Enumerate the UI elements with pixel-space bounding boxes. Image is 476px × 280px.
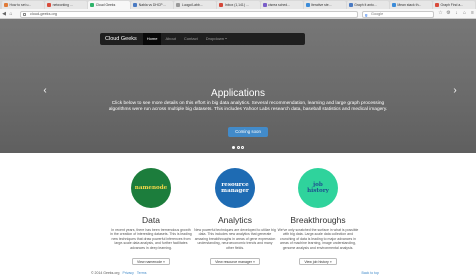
tab-label: networking ... xyxy=(52,3,73,7)
column-heading: Breakthroughs xyxy=(290,215,346,225)
slide-text: Click below to see more details on this … xyxy=(108,101,388,113)
browser-toolbar: ◀ ⌂ cloud-geeks.org g Google ☆ ⚙ ↓ ⌂ ≡ xyxy=(0,9,476,19)
tab-favicon-icon xyxy=(133,3,138,7)
carousel-indicator[interactable] xyxy=(236,146,240,149)
site-brand[interactable]: Cloud Geeks xyxy=(100,36,143,42)
tab-label: Mean stack th... xyxy=(397,3,422,7)
tab-favicon-icon xyxy=(391,3,396,7)
dropdown-label: Dropdown xyxy=(205,36,224,41)
google-search-icon: g xyxy=(365,12,368,17)
namenode-logo: namenode xyxy=(131,168,171,208)
home-icon[interactable]: ⌂ xyxy=(8,11,14,17)
nav-item-contact[interactable]: Contact xyxy=(180,33,202,45)
nav-item-about[interactable]: About xyxy=(161,33,179,45)
tab-label: Cloud Geeks xyxy=(95,3,116,7)
browser-tab[interactable]: cisrea sched... xyxy=(260,1,303,9)
toolbar-icons: ☆ ⚙ ↓ ⌂ ≡ xyxy=(438,11,475,16)
logo-text: job xyxy=(313,181,323,188)
tab-favicon-icon xyxy=(90,3,95,7)
browser-tab-active[interactable]: Cloud Geeks xyxy=(88,1,131,9)
view-namenode-button[interactable]: View namenode » xyxy=(132,258,170,266)
settings-icon[interactable]: ⚙ xyxy=(446,11,451,16)
feature-column-breakthroughs: job history Breakthroughs We've only scra… xyxy=(258,168,378,268)
tab-label: Graph Find a... xyxy=(440,3,464,7)
site-navbar: Cloud Geeks Home About Contact Dropdown xyxy=(100,33,305,45)
tab-label: Graph it anto... xyxy=(354,3,377,7)
copyright-text: © 2014 Geeks.org xyxy=(91,271,120,275)
carousel-indicators xyxy=(0,146,476,149)
back-to-top-link[interactable]: Back to top xyxy=(361,271,379,275)
terms-link[interactable]: Terms xyxy=(137,271,147,275)
browser-tab[interactable]: Graph Find a... xyxy=(432,1,476,9)
tab-label: Iterative ste... xyxy=(311,3,332,7)
carousel-indicator[interactable] xyxy=(241,146,244,149)
job-history-logo: job history xyxy=(298,168,338,208)
carousel-indicator[interactable] xyxy=(232,146,235,149)
back-arrow-icon[interactable]: ◀ xyxy=(1,11,7,17)
browser-tab[interactable]: Mean stack th... xyxy=(389,1,432,9)
download-icon[interactable]: ↓ xyxy=(454,11,459,16)
url-bar[interactable]: cloud-geeks.org xyxy=(20,10,358,18)
logo-text: history xyxy=(307,188,329,194)
nav-item-home[interactable]: Home xyxy=(142,33,162,45)
view-job-history-button[interactable]: View job history » xyxy=(299,258,337,266)
browser-tab[interactable]: Iterative ste... xyxy=(303,1,346,9)
view-resource-manager-button[interactable]: View resource manager » xyxy=(210,258,260,266)
tab-label: Inbox (1,141) ... xyxy=(224,3,249,7)
carousel: Cloud Geeks Home About Contact Dropdown … xyxy=(0,19,476,153)
nav-item-dropdown[interactable]: Dropdown xyxy=(202,33,232,45)
tab-label: cisrea sched... xyxy=(268,3,290,7)
resource-manager-logo: resource manager xyxy=(215,168,255,208)
logo-text: resource xyxy=(221,181,249,188)
tab-favicon-icon xyxy=(434,3,439,7)
site-info-icon[interactable] xyxy=(23,12,26,16)
search-input[interactable]: g Google xyxy=(362,10,434,18)
tab-favicon-icon xyxy=(262,3,267,7)
slide-title: Applications xyxy=(211,88,265,99)
browser-tab-bar: How to set u... networking ... Cloud Gee… xyxy=(0,0,476,9)
browser-tab[interactable]: Graph it anto... xyxy=(346,1,389,9)
browser-tab[interactable]: Inbox (1,141) ... xyxy=(217,1,260,9)
coming-soon-button[interactable]: Coming soon xyxy=(228,127,268,137)
tab-favicon-icon xyxy=(305,3,310,7)
home-button-icon[interactable]: ⌂ xyxy=(462,11,467,16)
url-text: cloud-geeks.org xyxy=(30,11,58,16)
privacy-link[interactable]: Privacy xyxy=(122,271,133,275)
footer-copyright: © 2014 Geeks.org Privacy Terms xyxy=(91,271,146,275)
star-icon[interactable]: ☆ xyxy=(438,11,443,16)
menu-icon[interactable]: ≡ xyxy=(470,11,475,16)
tab-favicon-icon xyxy=(348,3,353,7)
browser-tab[interactable]: Nabla vs DHCP ... xyxy=(131,1,174,9)
tab-label: Luogo/Labb... xyxy=(181,3,203,7)
browser-tab[interactable]: networking ... xyxy=(45,1,88,9)
tab-favicon-icon xyxy=(47,3,52,7)
tab-favicon-icon xyxy=(176,3,181,7)
column-text: We've only scratched the surface in what… xyxy=(277,228,359,250)
tab-favicon-icon xyxy=(219,3,224,7)
browser-tab[interactable]: Luogo/Labb... xyxy=(174,1,217,9)
tab-label: Nabla vs DHCP ... xyxy=(138,3,167,7)
caret-down-icon xyxy=(225,38,228,40)
logo-text: namenode xyxy=(134,184,168,191)
browser-tab[interactable]: How to set u... xyxy=(2,1,45,9)
tab-label: How to set u... xyxy=(9,3,32,7)
logo-text: manager xyxy=(221,188,249,194)
tab-favicon-icon xyxy=(4,3,8,7)
search-placeholder: Google xyxy=(371,11,384,16)
